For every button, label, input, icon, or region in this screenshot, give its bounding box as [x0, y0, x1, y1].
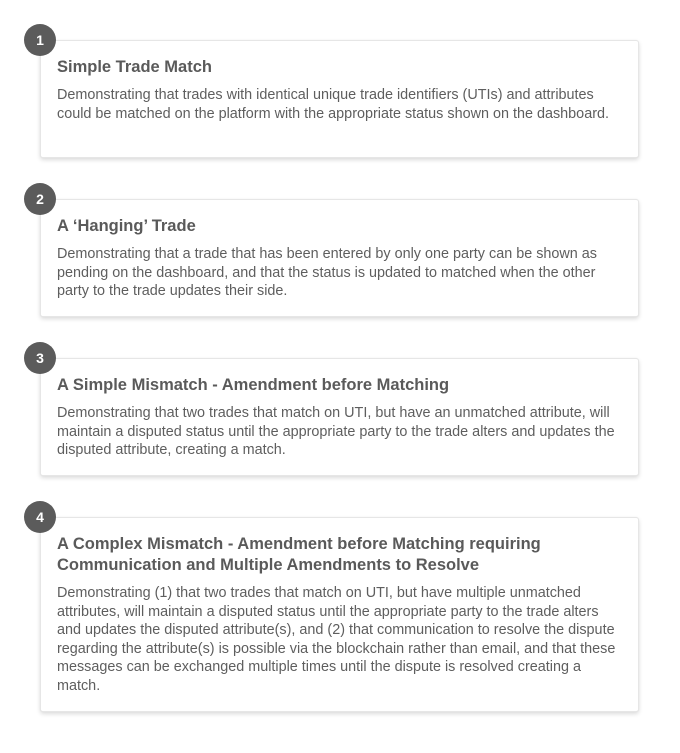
step-number-badge-2: 2	[24, 183, 56, 215]
step-card-1: Simple Trade Match Demonstrating that tr…	[40, 40, 639, 158]
step-description: Demonstrating that a trade that has been…	[57, 246, 597, 300]
step-card-2: A ‘Hanging’ Trade Demonstrating that a t…	[40, 199, 639, 317]
step-number-badge-3: 3	[24, 342, 56, 374]
step-title: A Complex Mismatch - Amendment before Ma…	[57, 535, 541, 574]
step-card-4: A Complex Mismatch - Amendment before Ma…	[40, 517, 639, 712]
step-description: Demonstrating that trades with identical…	[57, 87, 609, 122]
step-description: Demonstrating that two trades that match…	[57, 405, 615, 459]
step-card-3: A Simple Mismatch - Amendment before Mat…	[40, 358, 639, 476]
step-title: Simple Trade Match	[57, 58, 212, 76]
step-description: Demonstrating (1) that two trades that m…	[57, 585, 616, 694]
step-number-badge-1: 1	[24, 24, 56, 56]
step-title: A Simple Mismatch - Amendment before Mat…	[57, 376, 450, 394]
step-number-badge-4: 4	[24, 501, 56, 533]
step-title: A ‘Hanging’ Trade	[57, 217, 196, 235]
